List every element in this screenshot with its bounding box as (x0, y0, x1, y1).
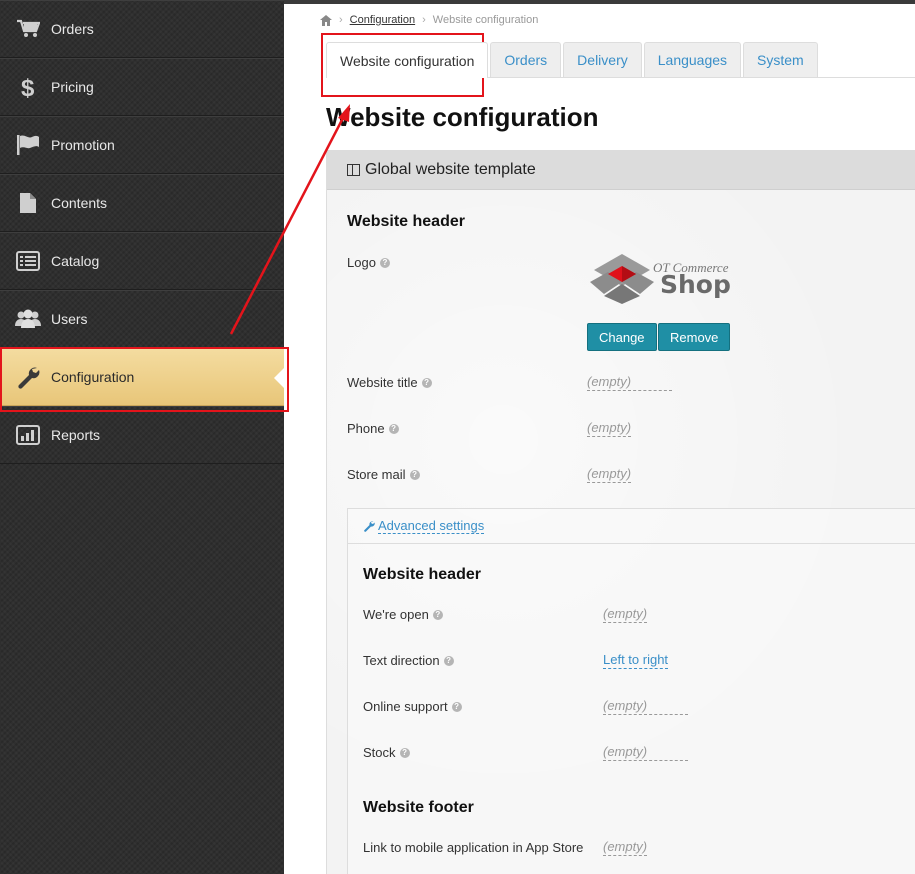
breadcrumb-separator: › (339, 14, 343, 26)
online-support-value[interactable]: (empty) (603, 698, 688, 715)
help-icon[interactable]: ? (409, 469, 420, 480)
stock-value[interactable]: (empty) (603, 744, 688, 761)
breadcrumb: › Configuration › Website configuration (320, 14, 538, 26)
sidebar-item-label: Catalog (51, 253, 100, 269)
sidebar: Orders $ Pricing Promotion Contents Cata… (0, 0, 284, 874)
breadcrumb-separator: › (422, 14, 426, 26)
breadcrumb-current: Website configuration (432, 14, 539, 26)
store-mail-label: Store mail ? (347, 467, 420, 482)
dollar-icon: $ (15, 74, 41, 100)
section-title-advanced-header: Website header (363, 566, 481, 583)
app-store-link-label: Link to mobile application in App Store (363, 840, 583, 855)
online-support-label: Online support ? (363, 699, 462, 714)
sidebar-item-label: Contents (51, 195, 108, 211)
stock-label: Stock ? (363, 745, 410, 760)
svg-text:$: $ (21, 75, 35, 100)
sidebar-item-label: Pricing (51, 79, 94, 95)
field-label-text: Website title (347, 375, 418, 390)
wrench-icon (364, 521, 375, 532)
phone-value[interactable]: (empty) (587, 420, 632, 437)
layout-icon (347, 163, 360, 176)
were-open-label: We're open ? (363, 607, 443, 622)
sidebar-item-users[interactable]: Users (0, 290, 284, 348)
logo-box-icon (590, 254, 654, 304)
sidebar-item-orders[interactable]: Orders (0, 0, 284, 58)
logo-label: Logo ? (347, 255, 390, 270)
help-icon[interactable]: ? (379, 257, 390, 268)
website-title-value[interactable]: (empty) (587, 374, 672, 391)
tab-orders[interactable]: Orders (490, 42, 562, 77)
field-label-text: Online support (363, 699, 448, 714)
field-label-text: Logo (347, 255, 376, 270)
tab-website-configuration[interactable]: Website configuration (326, 42, 489, 78)
advanced-settings-header: Advanced settings (348, 509, 915, 544)
text-direction-value[interactable]: Left to right (603, 652, 669, 669)
phone-label: Phone ? (347, 421, 399, 436)
sidebar-item-catalog[interactable]: Catalog (0, 232, 284, 290)
sidebar-item-pricing[interactable]: $ Pricing (0, 58, 284, 116)
top-bar (284, 0, 915, 4)
tab-delivery[interactable]: Delivery (563, 42, 642, 77)
field-label-text: Text direction (363, 653, 440, 668)
highlight-box-sidebar (0, 347, 289, 412)
help-icon[interactable]: ? (421, 377, 432, 388)
list-icon (15, 248, 41, 274)
store-logo: OT Commerce Shop (588, 252, 748, 304)
field-label-text: Phone (347, 421, 385, 436)
sidebar-item-label: Orders (51, 21, 94, 37)
sidebar-item-label: Users (51, 311, 88, 327)
app-store-link-value[interactable]: (empty) (603, 839, 648, 856)
flag-icon (15, 132, 41, 158)
advanced-settings-link[interactable]: Advanced settings (378, 518, 485, 534)
field-label-text: We're open (363, 607, 429, 622)
panel-title: Global website template (365, 160, 536, 178)
home-icon[interactable] (320, 14, 332, 26)
text-direction-label: Text direction ? (363, 653, 454, 668)
sidebar-item-promotion[interactable]: Promotion (0, 116, 284, 174)
cart-icon (15, 16, 41, 42)
field-label-text: Store mail (347, 467, 406, 482)
page-title: Website configuration (326, 102, 599, 132)
users-icon (15, 306, 41, 332)
panel-header: Global website template (327, 150, 915, 190)
were-open-value[interactable]: (empty) (603, 606, 648, 623)
sidebar-item-label: Promotion (51, 137, 115, 153)
section-title-website-header: Website header (347, 213, 465, 230)
logo-text-line2: Shop (660, 270, 731, 299)
help-icon[interactable]: ? (443, 655, 454, 666)
bar-chart-icon (15, 422, 41, 448)
sidebar-item-label: Reports (51, 427, 101, 443)
change-logo-button[interactable]: Change (587, 323, 657, 351)
help-icon[interactable]: ? (451, 701, 462, 712)
file-icon (15, 190, 41, 216)
website-title-label: Website title ? (347, 375, 432, 390)
remove-logo-button[interactable]: Remove (658, 323, 731, 351)
breadcrumb-link-configuration[interactable]: Configuration (350, 14, 415, 26)
sidebar-item-reports[interactable]: Reports (0, 406, 284, 464)
advanced-settings-box: Advanced settings (347, 508, 915, 874)
store-mail-value[interactable]: (empty) (587, 466, 632, 483)
sidebar-item-contents[interactable]: Contents (0, 174, 284, 232)
help-icon[interactable]: ? (388, 423, 399, 434)
field-label-text: Stock (363, 745, 396, 760)
help-icon[interactable]: ? (399, 747, 410, 758)
tab-system[interactable]: System (743, 42, 818, 77)
section-title-website-footer: Website footer (363, 799, 474, 816)
help-icon[interactable]: ? (432, 609, 443, 620)
tab-bar: Website configuration Orders Delivery La… (326, 42, 820, 78)
field-label-text: Link to mobile application in App Store (363, 840, 584, 855)
tab-languages[interactable]: Languages (643, 42, 742, 77)
